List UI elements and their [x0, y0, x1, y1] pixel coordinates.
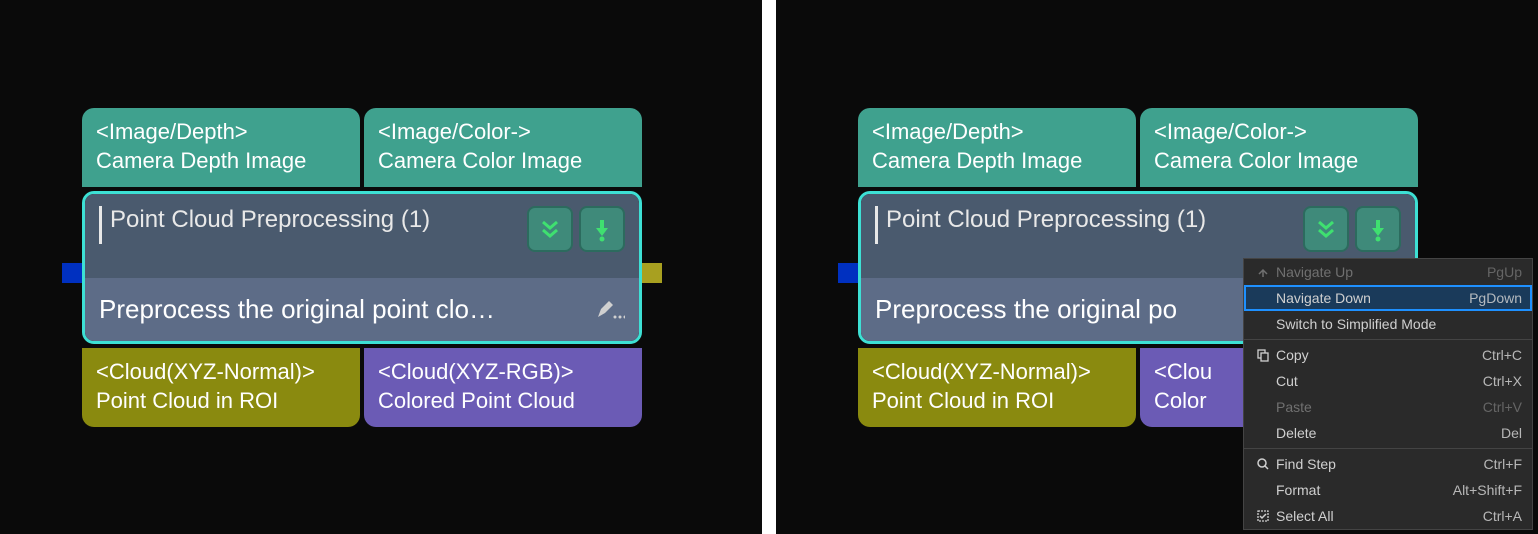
double-chevron-down-icon [537, 216, 563, 242]
menu-item-label: Find Step [1274, 456, 1484, 472]
left-panel: <Image/Depth> Camera Depth Image <Image/… [0, 0, 762, 534]
menu-item-label: Format [1274, 482, 1453, 498]
menu-item-switch-to-simplified-mode[interactable]: Switch to Simplified Mode [1244, 311, 1532, 337]
select-all-icon [1252, 509, 1274, 523]
menu-item-shortcut: Del [1501, 425, 1522, 441]
menu-item-label: Delete [1274, 425, 1501, 441]
input-port-depth[interactable]: <Image/Depth> Camera Depth Image [82, 108, 360, 187]
input-port-color[interactable]: <Image/Color-> Camera Color Image [1140, 108, 1418, 187]
panel-divider [762, 0, 776, 534]
menu-item-find-step[interactable]: Find StepCtrl+F [1244, 451, 1532, 477]
cursor-bar [875, 206, 878, 244]
output-port-normal[interactable]: <Cloud(XYZ-Normal)> Point Cloud in ROI [82, 348, 360, 427]
menu-item-select-all[interactable]: Select AllCtrl+A [1244, 503, 1532, 529]
expand-button[interactable] [1303, 206, 1349, 252]
edit-icon[interactable] [595, 299, 625, 321]
input-port-depth[interactable]: <Image/Depth> Camera Depth Image [858, 108, 1136, 187]
menu-item-copy[interactable]: CopyCtrl+C [1244, 342, 1532, 368]
copy-icon [1252, 348, 1274, 362]
menu-item-shortcut: PgDown [1469, 290, 1522, 306]
output-port-normal[interactable]: <Cloud(XYZ-Normal)> Point Cloud in ROI [858, 348, 1136, 427]
menu-item-navigate-down[interactable]: Navigate DownPgDown [1244, 285, 1532, 311]
node-title: Point Cloud Preprocessing (1) [886, 206, 1206, 234]
menu-item-shortcut: Ctrl+X [1483, 373, 1522, 389]
arrow-down-dot-icon [589, 216, 615, 242]
output-handle[interactable] [642, 263, 662, 283]
input-handle[interactable] [62, 263, 82, 283]
menu-item-label: Paste [1274, 399, 1483, 415]
menu-item-label: Navigate Up [1274, 264, 1487, 280]
double-chevron-down-icon [1313, 216, 1339, 242]
context-menu[interactable]: Navigate UpPgUpNavigate DownPgDownSwitch… [1243, 258, 1533, 530]
nav-up-icon [1252, 265, 1274, 279]
menu-item-delete[interactable]: DeleteDel [1244, 420, 1532, 446]
arrow-down-dot-icon [1365, 216, 1391, 242]
menu-item-label: Cut [1274, 373, 1483, 389]
run-button[interactable] [1355, 206, 1401, 252]
search-icon [1252, 457, 1274, 471]
menu-item-shortcut: Ctrl+F [1484, 456, 1523, 472]
menu-item-label: Navigate Down [1274, 290, 1469, 306]
node-title: Point Cloud Preprocessing (1) [110, 206, 430, 234]
menu-item-shortcut: Ctrl+C [1482, 347, 1522, 363]
node-description: Preprocess the original po [875, 294, 1177, 325]
menu-separator [1244, 339, 1532, 340]
menu-item-label: Select All [1274, 508, 1483, 524]
run-button[interactable] [579, 206, 625, 252]
input-port-color[interactable]: <Image/Color-> Camera Color Image [364, 108, 642, 187]
node-description: Preprocess the original point clo… [99, 294, 495, 325]
menu-item-shortcut: Alt+Shift+F [1453, 482, 1522, 498]
menu-item-shortcut: PgUp [1487, 264, 1522, 280]
menu-item-cut[interactable]: CutCtrl+X [1244, 368, 1532, 394]
menu-item-label: Copy [1274, 347, 1482, 363]
menu-item-shortcut: Ctrl+A [1483, 508, 1522, 524]
node-graph[interactable]: <Image/Depth> Camera Depth Image <Image/… [82, 108, 642, 427]
menu-item-format[interactable]: FormatAlt+Shift+F [1244, 477, 1532, 503]
expand-button[interactable] [527, 206, 573, 252]
menu-separator [1244, 448, 1532, 449]
output-port-rgb[interactable]: <Cloud(XYZ-RGB)> Colored Point Cloud [364, 348, 642, 427]
menu-item-paste: PasteCtrl+V [1244, 394, 1532, 420]
menu-item-navigate-up: Navigate UpPgUp [1244, 259, 1532, 285]
cursor-bar [99, 206, 102, 244]
menu-item-shortcut: Ctrl+V [1483, 399, 1522, 415]
menu-item-label: Switch to Simplified Mode [1274, 316, 1522, 332]
input-handle[interactable] [838, 263, 858, 283]
step-node[interactable]: Point Cloud Preprocessing (1) [82, 191, 642, 344]
